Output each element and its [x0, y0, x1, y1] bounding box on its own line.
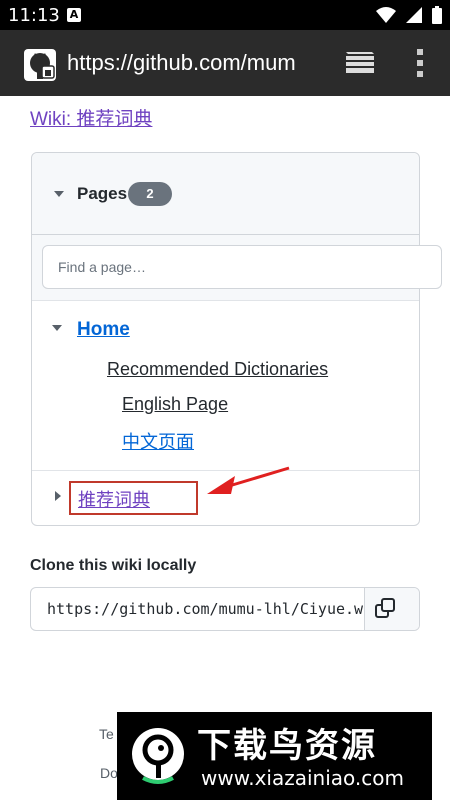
- annotation-arrow-icon: [207, 466, 290, 494]
- clone-url-field[interactable]: https://github.com/mumu-lhl/Ciyue.wiki.g…: [30, 587, 420, 631]
- overflow-menu-icon[interactable]: [414, 47, 426, 79]
- highlight-box: 推荐词典: [69, 481, 198, 515]
- watermark-url: www.xiazainiao.com: [201, 766, 404, 790]
- find-page-input[interactable]: [42, 245, 442, 289]
- toc-english-page[interactable]: English Page: [122, 394, 228, 415]
- find-page-area: [32, 235, 442, 301]
- footer-link-2[interactable]: Do: [100, 765, 118, 781]
- watermark-title: 下载鸟资源: [197, 726, 377, 766]
- browser-toolbar: https://github.com/mum: [0, 30, 450, 96]
- pages-count-badge: 2: [128, 182, 172, 206]
- wiki-title-link[interactable]: Wiki: 推荐词典: [30, 104, 152, 131]
- status-time: 11:13: [8, 5, 60, 26]
- copy-button[interactable]: [364, 588, 419, 630]
- tabs-icon[interactable]: [344, 50, 376, 76]
- toc-recommended-dictionaries[interactable]: Recommended Dictionaries: [107, 359, 328, 380]
- expand-caret-icon[interactable]: [55, 491, 61, 501]
- signal-icon: [406, 7, 422, 23]
- address-bar-url[interactable]: https://github.com/mum: [67, 50, 296, 76]
- home-link[interactable]: Home: [77, 319, 130, 341]
- toc-chinese-page[interactable]: 中文页面: [122, 428, 194, 454]
- watermark-banner: 下载鸟资源 www.xiazainiao.com: [117, 712, 432, 800]
- status-bar: 11:13 A: [0, 0, 450, 30]
- pages-label: Pages: [77, 184, 128, 203]
- bird-logo-icon: [132, 728, 184, 784]
- clone-title: Clone this wiki locally: [30, 557, 197, 574]
- notification-a-icon: A: [67, 8, 81, 22]
- page-link-recommended-dict[interactable]: 推荐词典: [78, 486, 150, 512]
- collapse-caret-icon[interactable]: [54, 191, 64, 197]
- battery-icon: [432, 6, 442, 24]
- footer-link-1[interactable]: Te: [99, 726, 114, 742]
- home-caret-icon[interactable]: [52, 325, 62, 331]
- pages-header[interactable]: Pages 2: [32, 153, 419, 235]
- status-icons: [376, 5, 442, 25]
- copy-icon: [375, 598, 395, 618]
- wifi-icon: [376, 7, 396, 23]
- github-icon[interactable]: [24, 49, 56, 81]
